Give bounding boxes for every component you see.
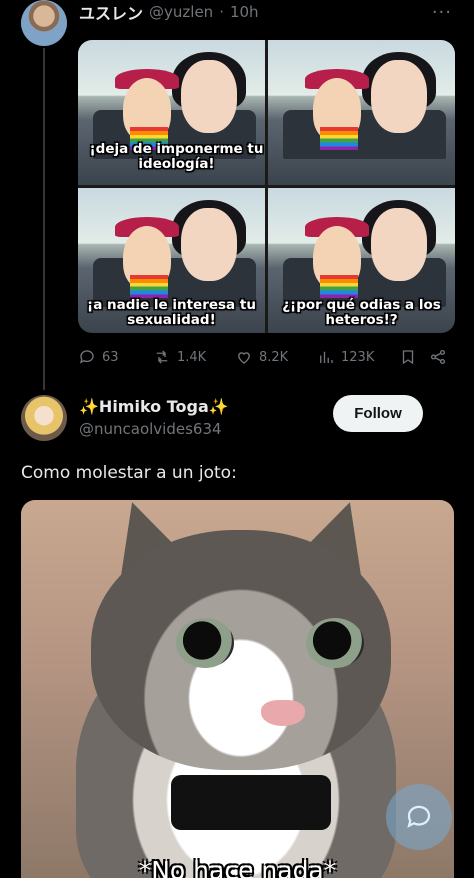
author-name[interactable]: ✨Himiko Toga✨ — [79, 397, 229, 416]
views-count: 123K — [341, 349, 375, 365]
post-text: Como molestar a un joto: — [21, 463, 237, 483]
like-button[interactable]: 8.2K — [235, 348, 317, 366]
avatar[interactable] — [21, 395, 67, 441]
avatar[interactable] — [21, 0, 67, 46]
repost-icon — [156, 350, 168, 364]
author-handle[interactable]: @nuncaolvides634 — [79, 420, 222, 438]
reply-icon — [79, 350, 94, 364]
bookmark-button[interactable] — [399, 348, 429, 366]
reply-button[interactable]: 63 — [78, 348, 153, 366]
comic-caption: ¿¡por qué odias a los heteros!? — [282, 296, 441, 329]
comic-panel-4: ¿¡por qué odias a los heteros!? — [268, 188, 455, 333]
bookmark-icon — [402, 350, 414, 365]
views-button[interactable]: 123K — [317, 348, 399, 366]
like-count: 8.2K — [259, 349, 289, 365]
chat-bubble-button[interactable] — [386, 784, 452, 850]
share-icon — [430, 349, 446, 365]
chat-bubble-icon — [407, 805, 431, 828]
image-caption: *No hace nada* — [138, 856, 337, 878]
post-header: ユスレン @yuzlen · 10h — [79, 0, 259, 24]
comic-caption: ¡deja de imponerme tu ideología! — [89, 140, 264, 173]
comic-image[interactable]: ¡deja de imponerme tu ideología! ¡a nadi… — [78, 40, 455, 333]
comic-panel-3: ¡a nadie le interesa tu sexualidad! — [78, 188, 265, 333]
share-button[interactable] — [429, 348, 449, 366]
author-name[interactable]: ユスレン — [79, 0, 143, 24]
comic-panel-1: ¡deja de imponerme tu ideología! — [78, 40, 265, 185]
comic-panel-2 — [268, 40, 455, 185]
post-time[interactable]: 10h — [230, 3, 259, 21]
repost-button[interactable]: 1.4K — [153, 348, 235, 366]
thread-connector-line — [43, 48, 45, 390]
comic-caption: ¡a nadie le interesa tu sexualidad! — [87, 296, 256, 329]
separator: · — [219, 3, 224, 21]
post-actions: 63 1.4K 8.2K 123K — [78, 345, 458, 369]
repost-count: 1.4K — [177, 349, 207, 365]
follow-button[interactable]: Follow — [333, 395, 423, 432]
views-icon — [320, 351, 333, 363]
reply-count: 63 — [102, 349, 119, 365]
like-icon — [238, 352, 250, 364]
more-options-icon[interactable]: ··· — [432, 2, 452, 23]
author-handle[interactable]: @yuzlen — [149, 3, 213, 21]
